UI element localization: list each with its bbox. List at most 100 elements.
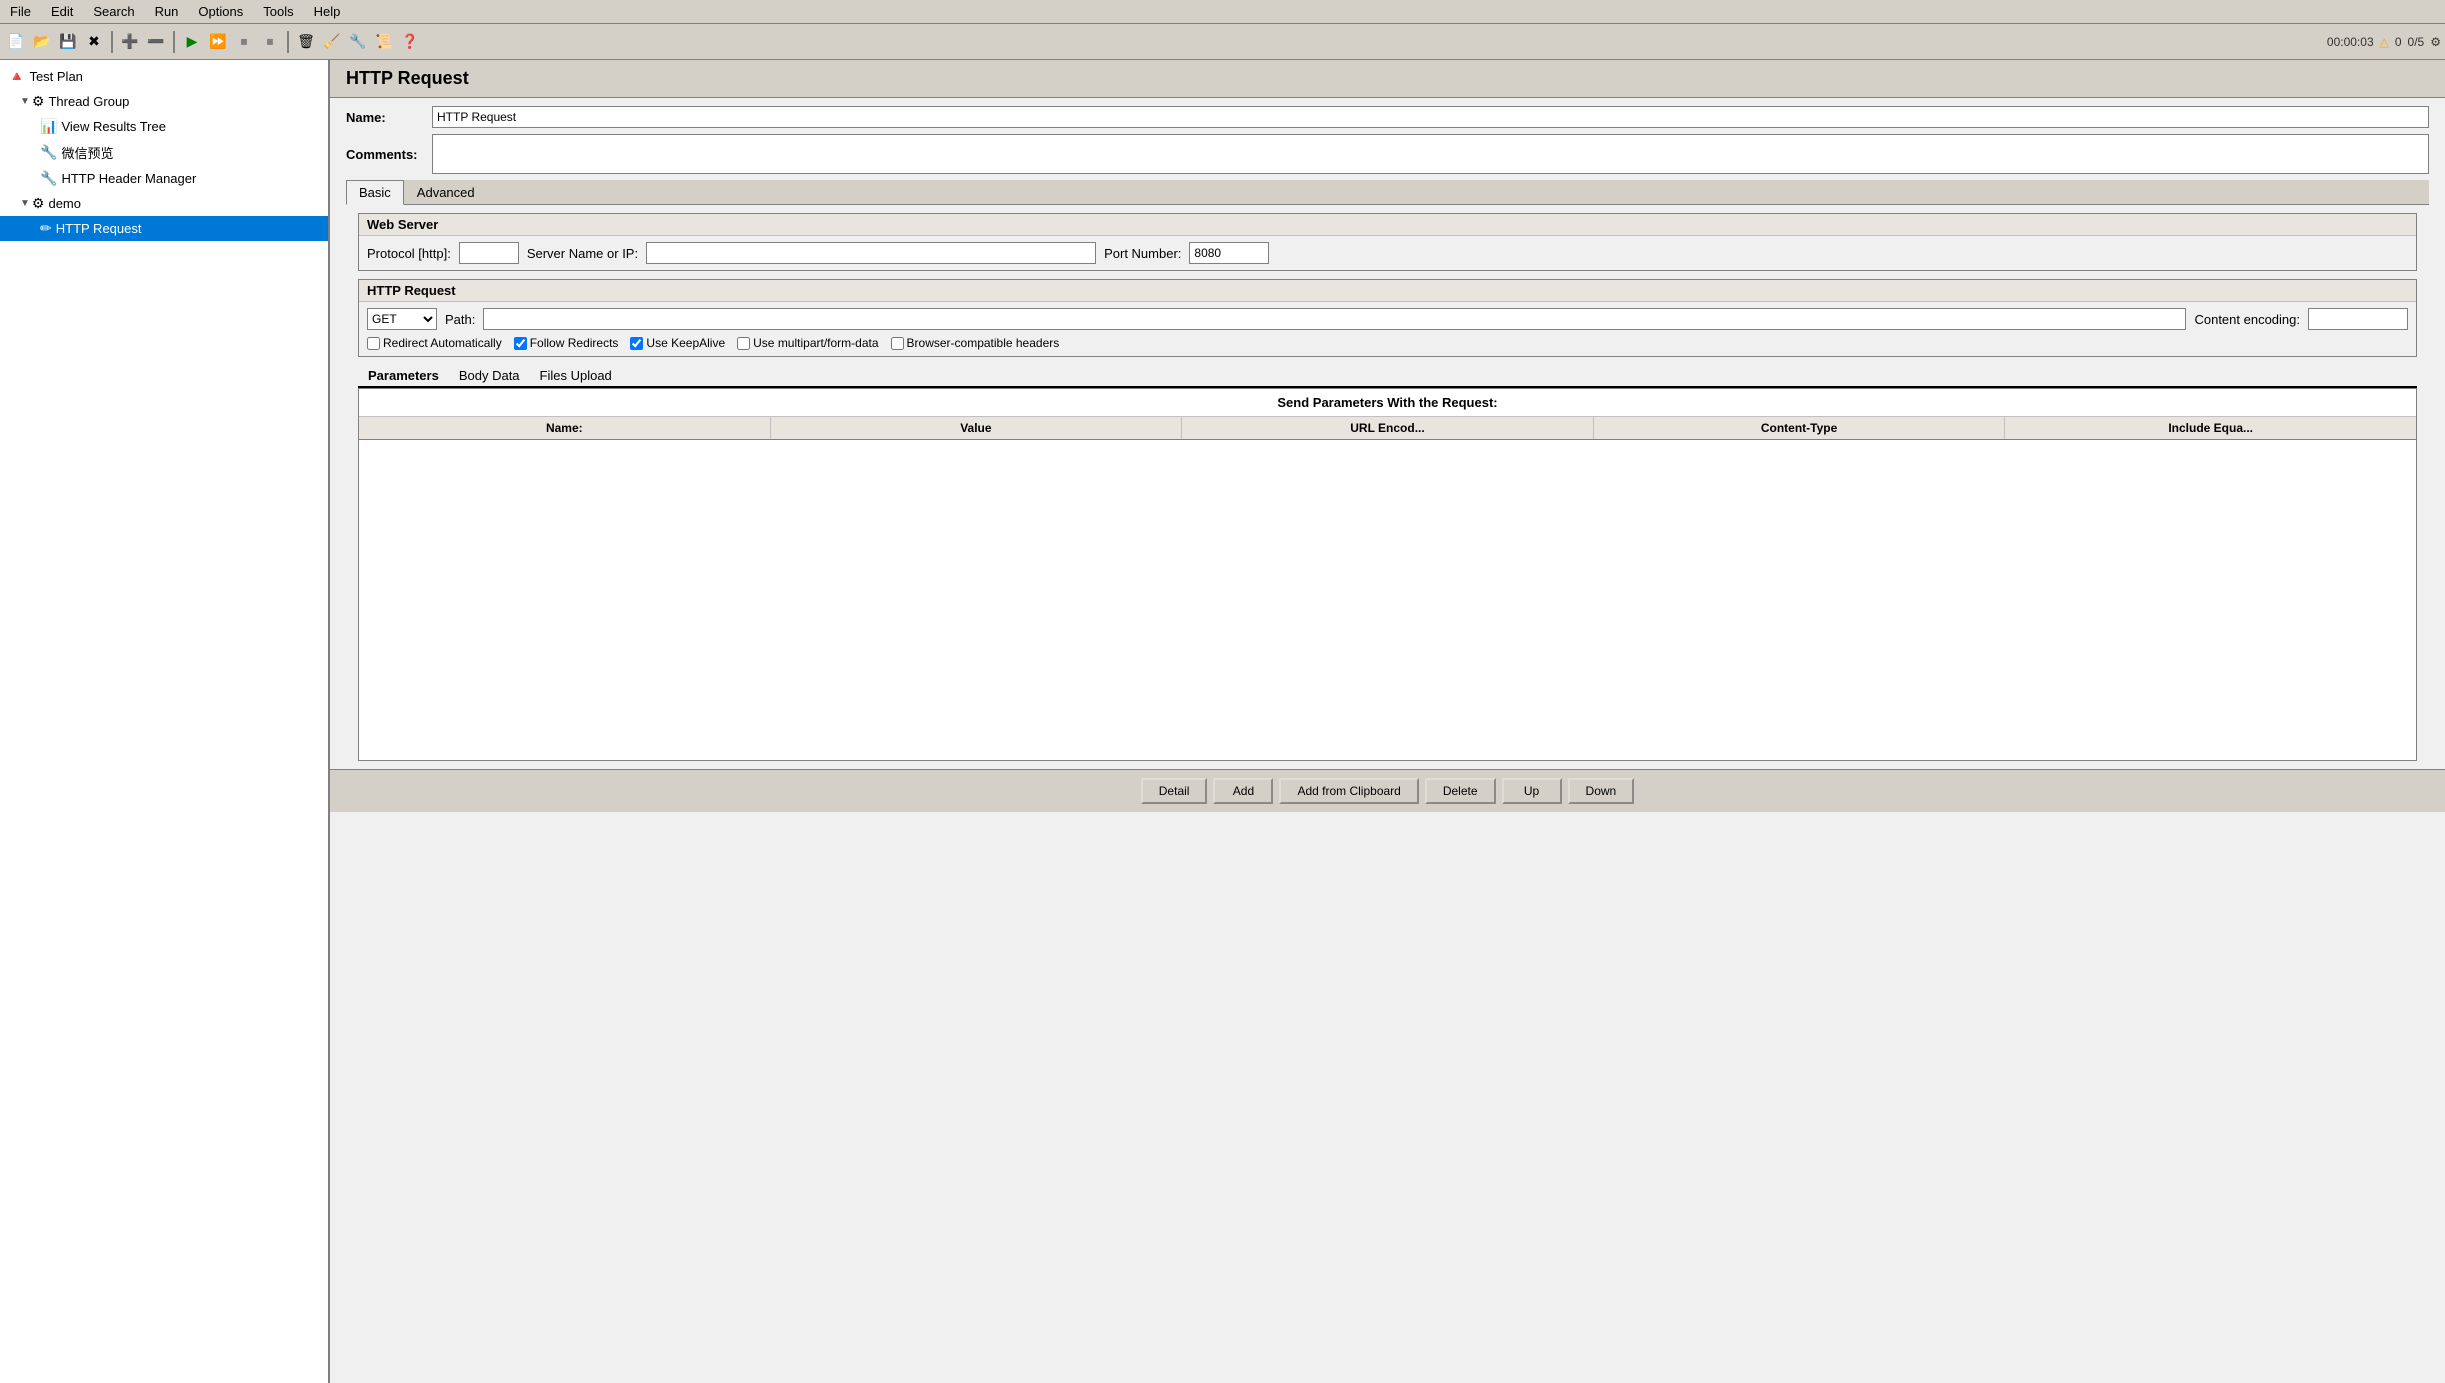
col-value: Value: [771, 417, 1183, 439]
toolbar: 📄 📂 💾 ✖ ➕ ➖ ▶ ⏩ ⏹ ⏹ 🗑 🧹 🔧 📜 ❓ 00:00:03 △…: [0, 24, 2445, 60]
thread-group-toggle[interactable]: ▼: [20, 96, 30, 107]
path-label: Path:: [445, 312, 475, 327]
demo-icon: ⚙: [32, 195, 45, 212]
browser-compat-checkbox[interactable]: Browser-compatible headers: [891, 336, 1060, 350]
run-button[interactable]: ▶: [180, 30, 204, 54]
encoding-input[interactable]: [2308, 308, 2408, 330]
menu-search[interactable]: Search: [87, 2, 140, 21]
tree-item-label: HTTP Request: [56, 221, 142, 236]
tree-item-wechat[interactable]: 🔧 微信预览: [0, 139, 328, 166]
stop-all-button[interactable]: ⏹: [258, 30, 282, 54]
bottom-buttons: Detail Add Add from Clipboard Delete Up …: [330, 769, 2445, 812]
clear2-button[interactable]: 🧹: [320, 30, 344, 54]
http-header-icon: 🔧: [40, 170, 57, 187]
clear-button[interactable]: 🗑: [294, 30, 318, 54]
main-layout: 🔺 Test Plan ▼ ⚙ Thread Group 📊 View Resu…: [0, 60, 2445, 1383]
panel-title: HTTP Request: [330, 60, 2445, 98]
http-request-content: GET POST PUT DELETE HEAD OPTIONS PATCH P…: [359, 302, 2416, 356]
remove-button[interactable]: ➖: [144, 30, 168, 54]
detail-button[interactable]: Detail: [1141, 778, 1208, 804]
menu-options[interactable]: Options: [192, 2, 249, 21]
encoding-label: Content encoding:: [2194, 312, 2300, 327]
demo-toggle[interactable]: ▼: [20, 198, 30, 209]
http-request-section: HTTP Request GET POST PUT DELETE HEAD OP…: [358, 279, 2417, 357]
tab-advanced[interactable]: Advanced: [404, 180, 488, 204]
menu-edit[interactable]: Edit: [45, 2, 79, 21]
add-button[interactable]: Add: [1213, 778, 1273, 804]
redirect-auto-checkbox[interactable]: Redirect Automatically: [367, 336, 502, 350]
up-button[interactable]: Up: [1502, 778, 1562, 804]
separator2: [173, 31, 175, 53]
close-button[interactable]: ✖: [82, 30, 106, 54]
run-all-button[interactable]: ⏩: [206, 30, 230, 54]
thread-group-icon: ⚙: [32, 93, 45, 110]
settings-icon[interactable]: ⚙: [2430, 35, 2441, 49]
menu-bar: File Edit Search Run Options Tools Help: [0, 0, 2445, 24]
follow-redirects-label: Follow Redirects: [530, 336, 619, 350]
use-multipart-checkbox[interactable]: Use multipart/form-data: [737, 336, 878, 350]
error-count: 0/5: [2408, 35, 2425, 49]
web-server-section: Web Server Protocol [http]: Server Name …: [358, 213, 2417, 271]
down-button[interactable]: Down: [1568, 778, 1635, 804]
use-keepalive-checkbox[interactable]: Use KeepAlive: [630, 336, 725, 350]
warning-count: 0: [2395, 35, 2402, 49]
tree-item-test-plan[interactable]: 🔺 Test Plan: [0, 64, 328, 89]
browser-compat-input[interactable]: [891, 337, 904, 350]
tree-item-label: View Results Tree: [61, 119, 166, 134]
add-from-clipboard-button[interactable]: Add from Clipboard: [1279, 778, 1418, 804]
open-button[interactable]: 📂: [30, 30, 54, 54]
form-area: Name: Comments: Basic Advanced Web Serve…: [330, 98, 2445, 769]
web-server-content: Protocol [http]: Server Name or IP: Port…: [359, 236, 2416, 270]
comments-input[interactable]: [432, 134, 2429, 174]
help-button[interactable]: ❓: [398, 30, 422, 54]
tab-basic[interactable]: Basic: [346, 180, 404, 205]
right-panel: HTTP Request Name: Comments: Basic Advan…: [330, 60, 2445, 1383]
follow-redirects-checkbox[interactable]: Follow Redirects: [514, 336, 619, 350]
new-button[interactable]: 📄: [4, 30, 28, 54]
param-tab-body[interactable]: Body Data: [449, 365, 530, 388]
param-table-body: [359, 440, 2416, 760]
menu-help[interactable]: Help: [308, 2, 347, 21]
method-select[interactable]: GET POST PUT DELETE HEAD OPTIONS PATCH: [367, 308, 437, 330]
use-keepalive-input[interactable]: [630, 337, 643, 350]
server-label: Server Name or IP:: [527, 246, 638, 261]
name-label: Name:: [346, 110, 426, 125]
path-input[interactable]: [483, 308, 2186, 330]
tree-item-label: demo: [48, 196, 81, 211]
param-tab-parameters[interactable]: Parameters: [358, 365, 449, 388]
checkbox-row: Redirect Automatically Follow Redirects …: [367, 336, 2408, 350]
use-multipart-input[interactable]: [737, 337, 750, 350]
tree-item-demo[interactable]: ▼ ⚙ demo: [0, 191, 328, 216]
delete-button[interactable]: Delete: [1425, 778, 1496, 804]
script-button[interactable]: 📜: [372, 30, 396, 54]
add-button[interactable]: ➕: [118, 30, 142, 54]
tree-item-thread-group[interactable]: ▼ ⚙ Thread Group: [0, 89, 328, 114]
http-request-title: HTTP Request: [359, 280, 2416, 302]
port-input[interactable]: [1189, 242, 1269, 264]
separator3: [287, 31, 289, 53]
tree-item-view-results[interactable]: 📊 View Results Tree: [0, 114, 328, 139]
left-panel: 🔺 Test Plan ▼ ⚙ Thread Group 📊 View Resu…: [0, 60, 330, 1383]
menu-file[interactable]: File: [4, 2, 37, 21]
tree-item-http-request[interactable]: ✏ HTTP Request: [0, 216, 328, 241]
name-input[interactable]: [432, 106, 2429, 128]
server-input[interactable]: [646, 242, 1096, 264]
tree-item-label: HTTP Header Manager: [61, 171, 196, 186]
group-button[interactable]: 🔧: [346, 30, 370, 54]
stop-button[interactable]: ⏹: [232, 30, 256, 54]
redirect-auto-input[interactable]: [367, 337, 380, 350]
param-tab-files[interactable]: Files Upload: [530, 365, 622, 388]
tree-item-http-header[interactable]: 🔧 HTTP Header Manager: [0, 166, 328, 191]
menu-tools[interactable]: Tools: [257, 2, 299, 21]
protocol-input[interactable]: [459, 242, 519, 264]
col-include-equals: Include Equa...: [2005, 417, 2416, 439]
name-row: Name:: [346, 106, 2429, 128]
save-button[interactable]: 💾: [56, 30, 80, 54]
tree-item-label: Thread Group: [48, 94, 129, 109]
browser-compat-label: Browser-compatible headers: [907, 336, 1060, 350]
wechat-icon: 🔧: [40, 144, 57, 161]
web-server-title: Web Server: [359, 214, 2416, 236]
follow-redirects-input[interactable]: [514, 337, 527, 350]
elapsed-time: 00:00:03: [2327, 35, 2374, 49]
menu-run[interactable]: Run: [149, 2, 185, 21]
